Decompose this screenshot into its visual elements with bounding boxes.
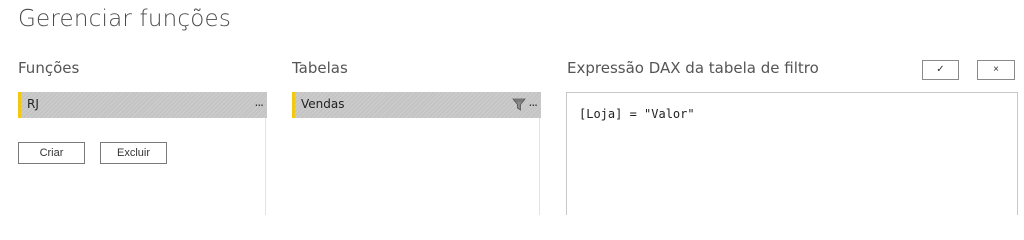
cancel-button[interactable]: × [977,60,1015,80]
create-role-button[interactable]: Criar [18,142,85,164]
table-item-label: Vendas [301,97,345,111]
role-item-rj[interactable]: RJ ... [18,92,267,118]
delete-role-button[interactable]: Excluir [100,142,167,164]
filter-icon [512,98,526,111]
dax-heading: Expressão DAX da tabela de filtro [567,59,819,77]
dax-expression-editor[interactable]: [Loja] = "Valor" [566,92,1018,215]
close-icon: × [993,64,999,75]
roles-heading: Funções [18,59,80,77]
more-options-icon[interactable]: ... [529,95,539,109]
tables-heading: Tabelas [292,59,348,77]
page-title: Gerenciar funções [18,6,232,32]
confirm-button[interactable]: ✓ [922,60,959,80]
table-item-vendas[interactable]: Vendas ... [292,92,541,118]
checkmark-icon: ✓ [936,64,945,75]
role-item-label: RJ [27,97,39,111]
manage-roles-dialog: Gerenciar funções Funções Tabelas Expres… [0,0,1024,215]
more-options-icon[interactable]: ... [255,95,265,109]
dax-expression-text: [Loja] = "Valor" [579,107,695,121]
